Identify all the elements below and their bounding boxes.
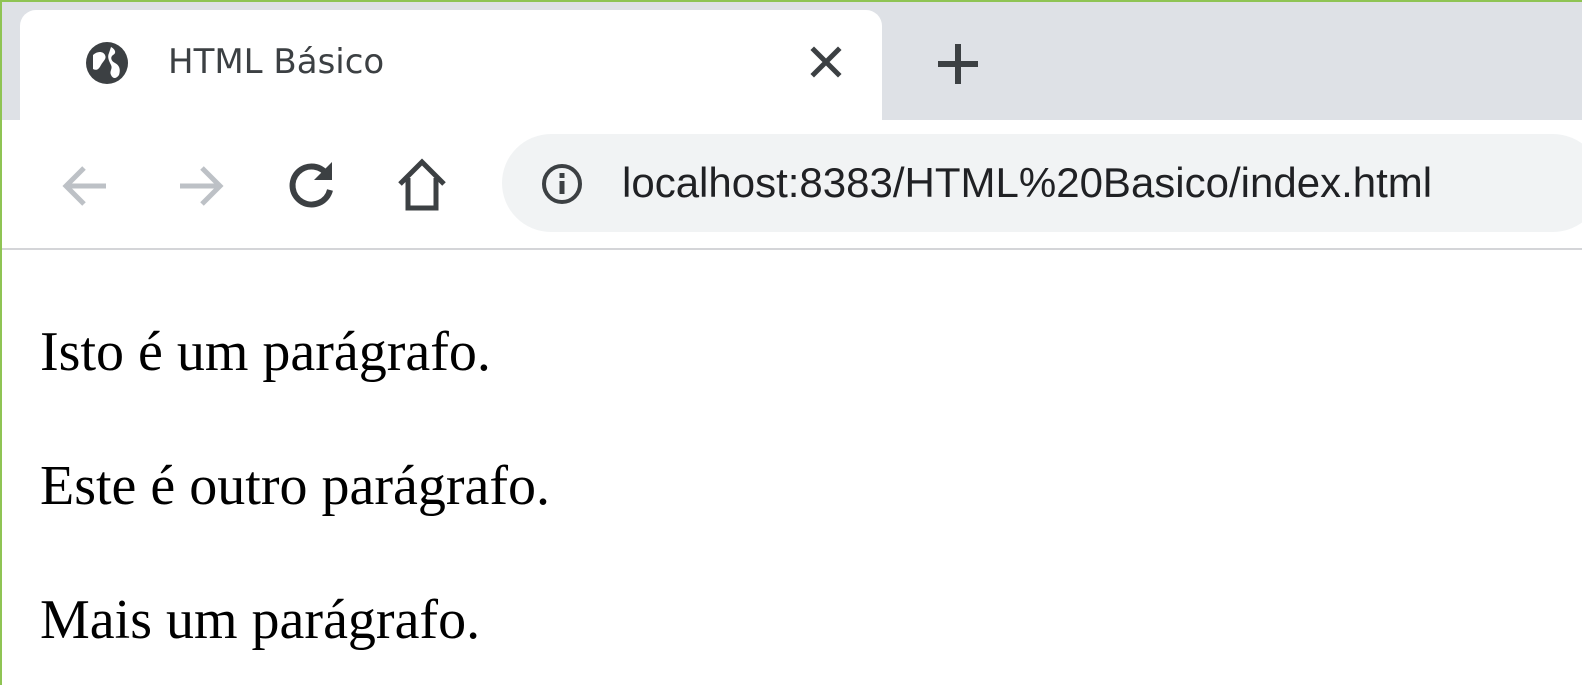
arrow-left-icon[interactable] [56, 156, 116, 216]
page-content: Isto é um parágrafo. Este é outro parágr… [2, 250, 1582, 685]
tab-html-basico[interactable]: HTML Básico [20, 10, 882, 122]
paragraph: Isto é um parágrafo. [40, 321, 491, 383]
url-text[interactable]: localhost:8383/HTML%20Basico/index.html [622, 154, 1432, 212]
close-icon[interactable] [806, 42, 846, 82]
browser-toolbar: localhost:8383/HTML%20Basico/index.html [2, 120, 1582, 250]
browser-window: HTML Básico localhost:8383/HTML%20Basico… [0, 0, 1582, 685]
paragraph: Mais um parágrafo. [40, 589, 481, 651]
plus-icon[interactable] [934, 40, 982, 88]
address-bar[interactable]: localhost:8383/HTML%20Basico/index.html [502, 134, 1582, 232]
paragraph: Este é outro parágrafo. [40, 455, 550, 517]
tab-title: HTML Básico [168, 42, 385, 82]
reload-icon[interactable] [282, 154, 342, 214]
home-icon[interactable] [392, 154, 452, 214]
globe-icon [83, 39, 131, 87]
arrow-right-icon[interactable] [170, 156, 230, 216]
tab-strip: HTML Básico [2, 2, 1582, 122]
info-icon[interactable] [540, 162, 584, 206]
